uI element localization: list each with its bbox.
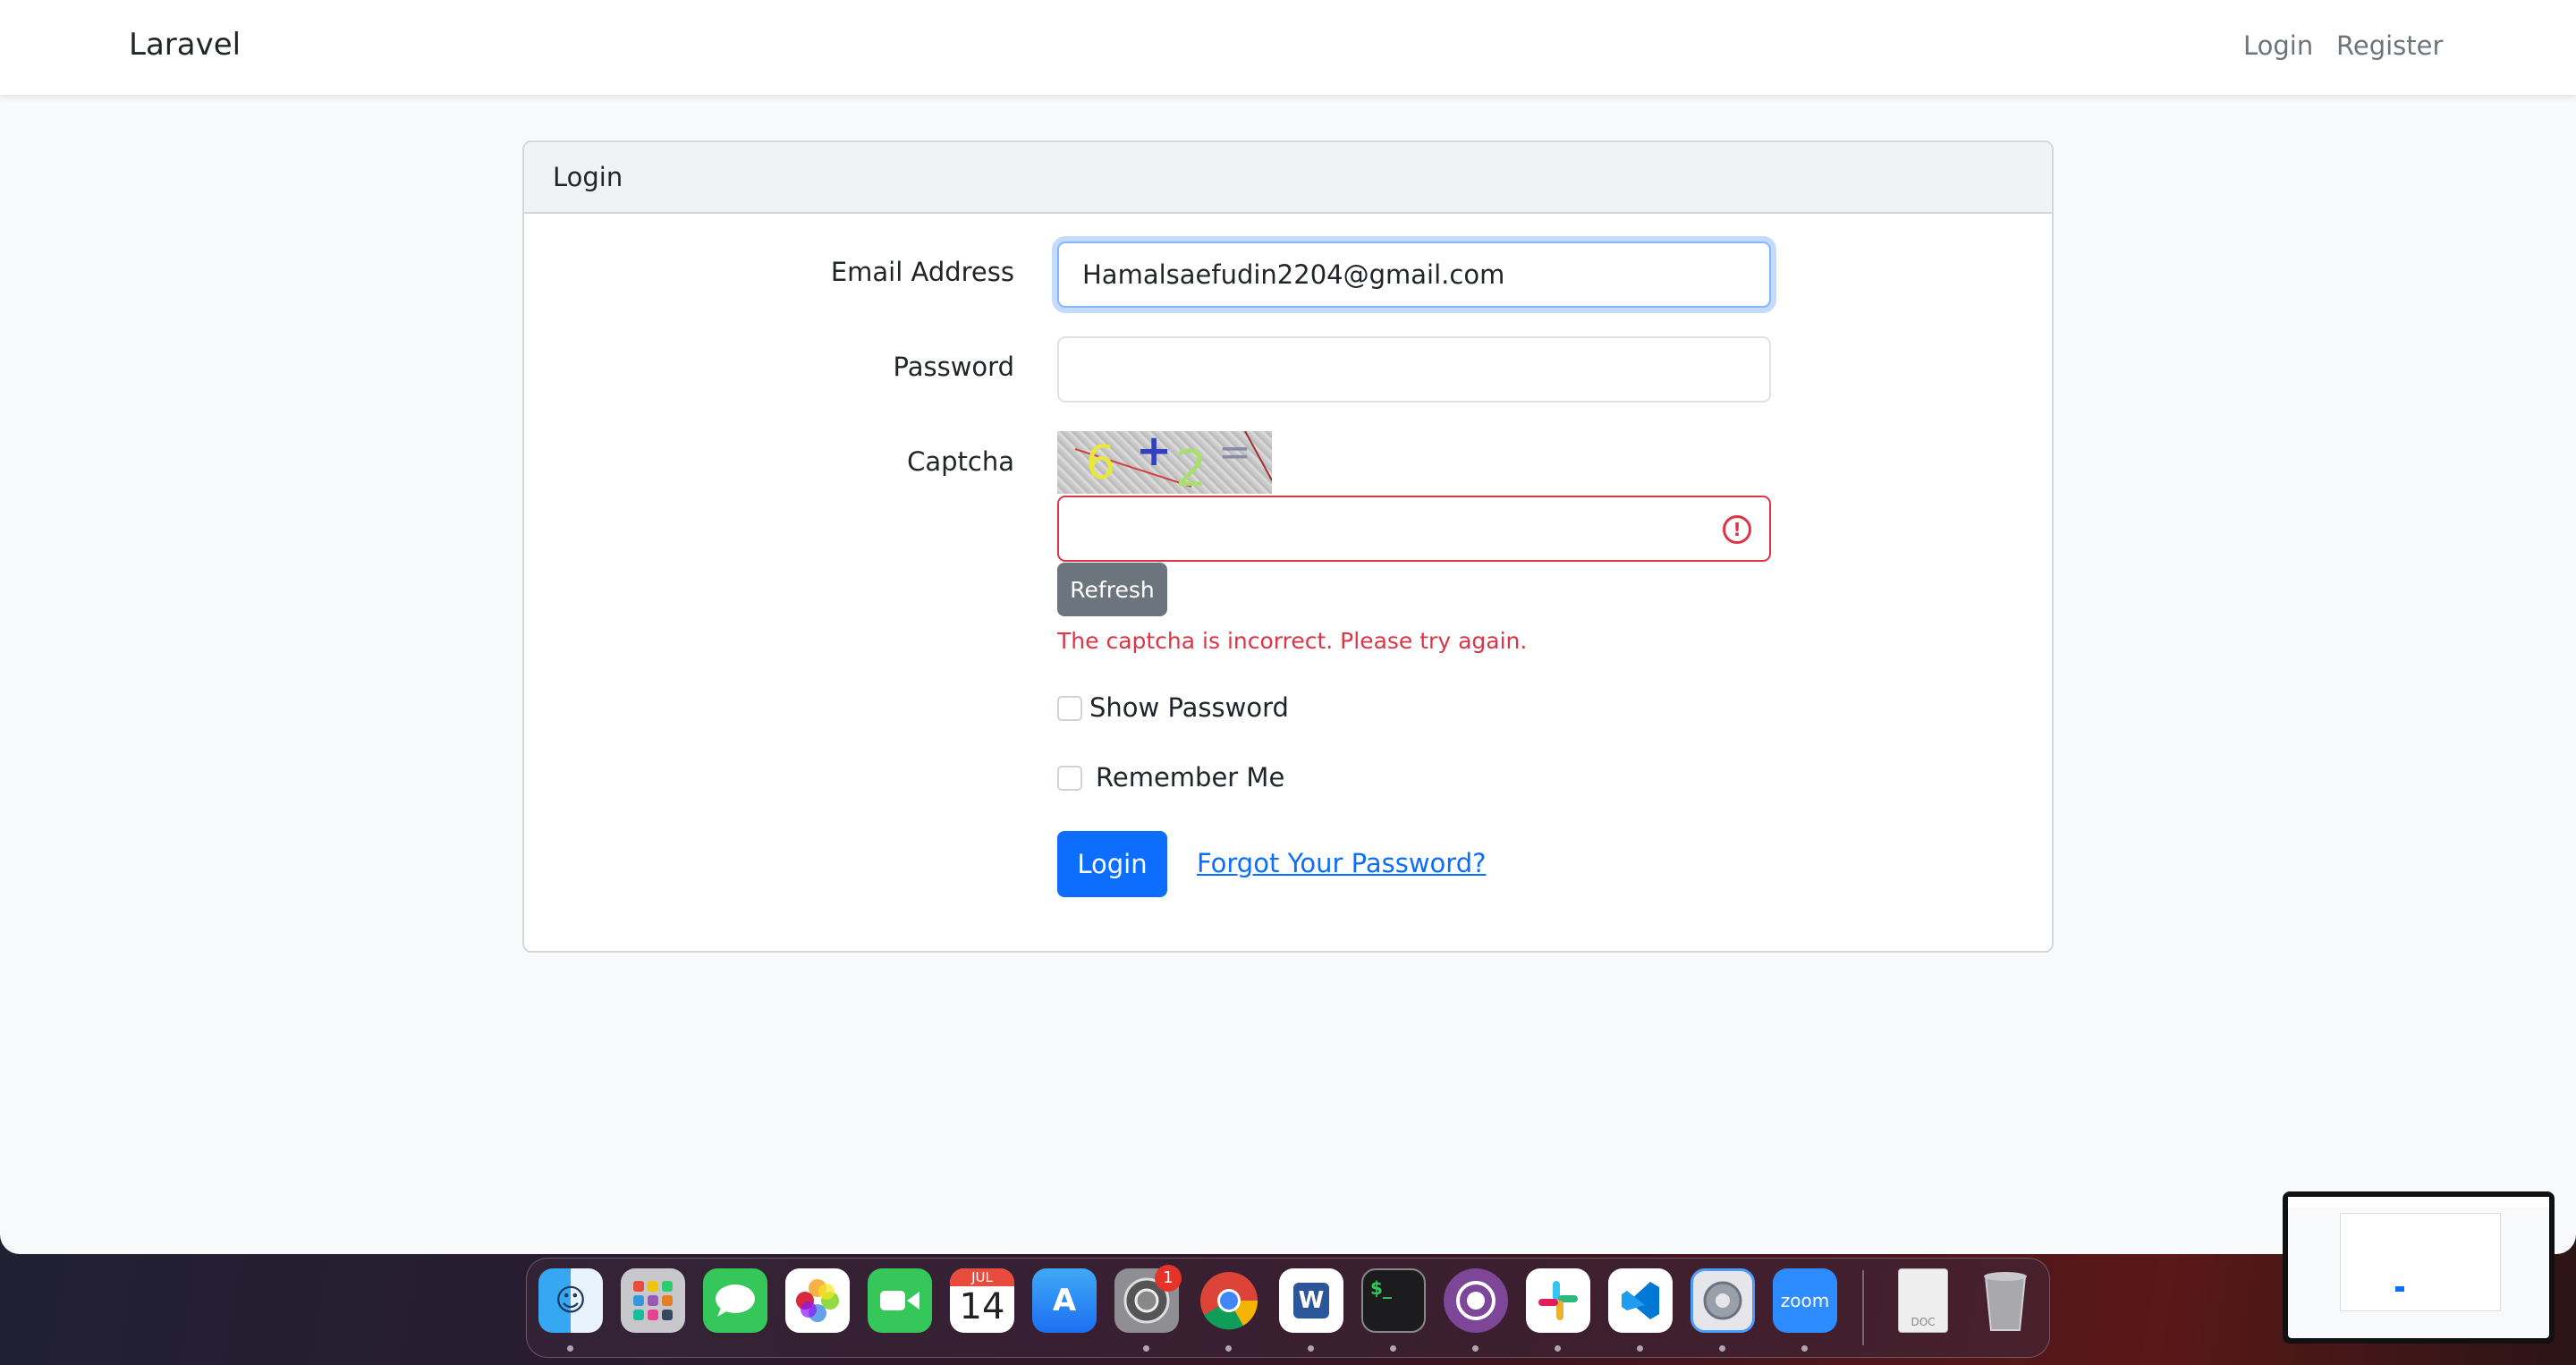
captcha-char: 6 bbox=[1086, 437, 1116, 490]
refresh-captcha-button[interactable]: Refresh bbox=[1057, 563, 1167, 616]
calendar-day: 14 bbox=[959, 1286, 1005, 1327]
navbar: Laravel Login Register bbox=[0, 0, 2576, 95]
card-header: Login bbox=[524, 142, 2052, 214]
app-store-icon[interactable]: A bbox=[1032, 1268, 1097, 1333]
photos-flower-shape bbox=[796, 1279, 839, 1322]
captcha-error-message: The captcha is incorrect. Please try aga… bbox=[1057, 628, 1528, 654]
thumbnail-card bbox=[2340, 1213, 2501, 1311]
login-button[interactable]: Login bbox=[1057, 831, 1167, 897]
captcha-input[interactable] bbox=[1057, 496, 1771, 562]
nav-register-link[interactable]: Register bbox=[2336, 30, 2443, 61]
onion-shape bbox=[1456, 1281, 1496, 1320]
running-indicator bbox=[1143, 1345, 1149, 1352]
vscode-logo-shape bbox=[1622, 1282, 1659, 1319]
running-indicator bbox=[1555, 1345, 1561, 1352]
screenshot-thumbnail[interactable] bbox=[2283, 1191, 2555, 1344]
invalid-exclamation-icon: ! bbox=[1723, 515, 1751, 544]
finder-icon[interactable]: ☺ bbox=[538, 1268, 603, 1333]
notification-badge: 1 bbox=[1155, 1265, 1182, 1292]
captcha-label: Captcha bbox=[907, 446, 1014, 477]
running-indicator bbox=[1637, 1345, 1643, 1352]
doc-label: DOC bbox=[1911, 1316, 1936, 1328]
forgot-password-link[interactable]: Forgot Your Password? bbox=[1197, 848, 1487, 878]
email-input[interactable] bbox=[1057, 242, 1771, 308]
nav-login-link[interactable]: Login bbox=[2243, 30, 2313, 61]
zoom-icon[interactable]: zoom bbox=[1773, 1268, 1837, 1333]
running-indicator bbox=[1472, 1345, 1479, 1352]
thumbnail-login-button bbox=[2395, 1286, 2404, 1292]
captcha-char: = bbox=[1218, 431, 1251, 475]
calendar-icon[interactable]: JUL 14 bbox=[950, 1268, 1014, 1333]
email-label: Email Address bbox=[830, 257, 1014, 287]
captcha-image: 6 + 2 = bbox=[1057, 431, 1272, 494]
cog-shape bbox=[1703, 1281, 1742, 1320]
running-indicator bbox=[1719, 1345, 1725, 1352]
video-camera-shape bbox=[880, 1291, 919, 1310]
chrome-logo-shape bbox=[1200, 1272, 1258, 1330]
running-indicator bbox=[1390, 1345, 1396, 1352]
word-letter-icon: W bbox=[1293, 1283, 1329, 1318]
speech-bubble-shape bbox=[716, 1284, 755, 1317]
photos-icon[interactable] bbox=[785, 1268, 850, 1333]
facetime-icon[interactable] bbox=[868, 1268, 932, 1333]
thumbnail-navbar bbox=[2288, 1197, 2549, 1208]
settings-icon[interactable] bbox=[1690, 1268, 1755, 1333]
show-password-label[interactable]: Show Password bbox=[1089, 692, 1289, 723]
remember-me-label[interactable]: Remember Me bbox=[1096, 762, 1284, 793]
trash-can-shape bbox=[1984, 1272, 2027, 1331]
trash-icon[interactable] bbox=[1973, 1268, 2038, 1333]
password-label: Password bbox=[893, 352, 1014, 382]
running-indicator bbox=[1225, 1345, 1232, 1352]
running-indicator bbox=[1308, 1345, 1314, 1352]
brand-link[interactable]: Laravel bbox=[129, 27, 241, 63]
running-indicator bbox=[1801, 1345, 1808, 1352]
slack-icon[interactable] bbox=[1526, 1268, 1590, 1333]
document-icon[interactable]: DOC bbox=[1891, 1268, 1955, 1333]
browser-page: Laravel Login Register Login Email Addre… bbox=[0, 0, 2576, 1254]
thumbnail-content bbox=[2288, 1197, 2549, 1338]
word-icon[interactable]: W bbox=[1279, 1268, 1343, 1333]
slack-logo-shape bbox=[1538, 1281, 1578, 1320]
vscode-icon[interactable] bbox=[1608, 1268, 1673, 1333]
terminal-icon[interactable]: $_ bbox=[1361, 1268, 1426, 1333]
show-password-checkbox[interactable] bbox=[1057, 696, 1082, 721]
password-input[interactable] bbox=[1057, 336, 1771, 403]
messages-icon[interactable] bbox=[703, 1268, 767, 1333]
doc-file-icon: DOC bbox=[1898, 1268, 1948, 1333]
calendar-month: JUL bbox=[950, 1268, 1014, 1286]
launchpad-grid bbox=[633, 1281, 673, 1320]
remember-me-checkbox[interactable] bbox=[1057, 766, 1082, 791]
running-indicator bbox=[567, 1345, 573, 1352]
dock-separator bbox=[1862, 1270, 1864, 1345]
captcha-char: + bbox=[1136, 431, 1173, 476]
tor-browser-icon[interactable] bbox=[1444, 1268, 1508, 1333]
captcha-char: 2 bbox=[1175, 440, 1208, 494]
chrome-icon[interactable] bbox=[1197, 1268, 1261, 1333]
launchpad-icon[interactable] bbox=[621, 1268, 685, 1333]
